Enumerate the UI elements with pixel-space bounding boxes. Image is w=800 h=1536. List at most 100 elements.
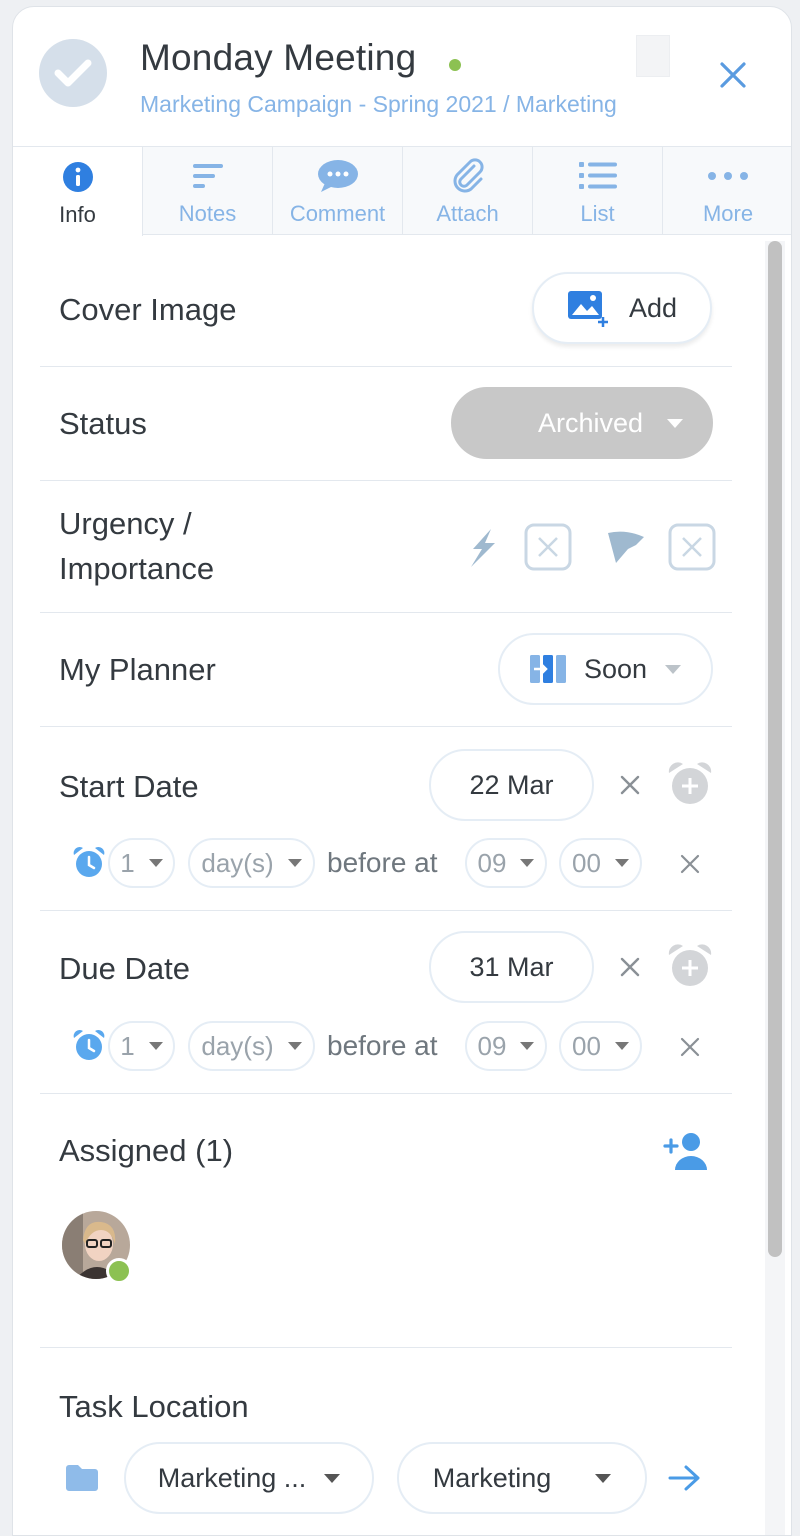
image-add-icon (567, 291, 608, 327)
chevron-down-icon (667, 418, 683, 428)
start-reminder-hour-select[interactable]: 09 (465, 838, 547, 888)
tab-label: More (702, 201, 754, 226)
tab-list[interactable]: List (533, 147, 663, 235)
task-title[interactable]: Monday Meeting (140, 37, 416, 79)
reminder-hour-value: 09 (477, 847, 507, 878)
task-detail-panel: Monday Meeting Marketing Campaign - Spri… (12, 6, 792, 1536)
tab-attach[interactable]: Attach (403, 147, 533, 235)
start-date-label: Start Date (59, 769, 199, 804)
urgency-label-line2: Importance (59, 551, 215, 586)
reminder-unit-value: day(s) (201, 847, 274, 878)
chevron-down-icon (665, 664, 682, 674)
project-value: Marketing ... (157, 1462, 307, 1493)
status-label: Status (59, 406, 147, 441)
close-icon[interactable] (713, 55, 753, 95)
start-date-picker[interactable]: 22 Mar (429, 749, 594, 821)
task-location-label: Task Location (59, 1389, 249, 1424)
add-button-label: Add (628, 292, 678, 323)
chevron-down-icon (614, 859, 629, 867)
breadcrumb[interactable]: Marketing Campaign - Spring 2021 / Marke… (140, 91, 617, 118)
chevron-down-icon (595, 1473, 612, 1483)
assigned-label: Assigned (1) (59, 1133, 234, 1168)
add-cover-image-button[interactable]: Add (532, 272, 712, 344)
complete-task-button[interactable] (39, 39, 107, 107)
due-reminder-unit-select[interactable]: day(s) (188, 1021, 315, 1071)
before-at-text: before at (327, 847, 438, 878)
list-icon (578, 157, 617, 195)
task-header: Monday Meeting Marketing Campaign - Spri… (13, 7, 791, 147)
tab-label: Attach (436, 201, 499, 226)
start-reminder-amount-select[interactable]: 1 (108, 838, 175, 888)
tab-notes[interactable]: Notes (143, 147, 273, 235)
more-icon (707, 157, 749, 195)
add-user-icon[interactable] (663, 1132, 709, 1170)
chevron-down-icon (287, 1042, 302, 1050)
status-dropdown[interactable]: Archived (451, 387, 713, 459)
status-row: Status Archived (40, 367, 732, 481)
tab-more[interactable]: More (663, 147, 791, 235)
remove-reminder-icon[interactable] (679, 1036, 701, 1058)
scrollbar-thumb[interactable] (768, 241, 782, 1257)
add-reminder-alarm-icon[interactable] (666, 761, 714, 807)
planner-dropdown[interactable]: Soon (498, 633, 713, 705)
reminder-amount-value: 1 (120, 847, 135, 878)
flag-icon[interactable] (606, 531, 646, 565)
due-date-value: 31 Mar (469, 951, 554, 982)
online-status-dot (106, 1258, 132, 1284)
tab-label: List (580, 201, 615, 226)
cover-image-label: Cover Image (59, 292, 237, 327)
list-select[interactable]: Marketing (397, 1442, 647, 1514)
task-location-row: Task Location Marketing ... Marketing (40, 1348, 732, 1535)
chevron-down-icon (520, 859, 535, 867)
tab-label: Info (59, 202, 96, 227)
reminder-amount-value: 1 (120, 1030, 135, 1061)
before-at-text: before at (327, 1030, 438, 1061)
clear-start-date-icon[interactable] (618, 773, 642, 797)
header-placeholder-box (636, 35, 670, 77)
project-select[interactable]: Marketing ... (124, 1442, 374, 1514)
assigned-row: Assigned (1) (40, 1094, 732, 1348)
start-reminder-unit-select[interactable]: day(s) (188, 838, 315, 888)
due-reminder-hour-select[interactable]: 09 (465, 1021, 547, 1071)
due-reminder-minute-select[interactable]: 00 (559, 1021, 642, 1071)
online-status-dot (449, 59, 461, 71)
planner-icon (529, 655, 566, 683)
tab-label: Notes (178, 201, 237, 226)
chevron-down-icon (148, 859, 163, 867)
add-reminder-alarm-icon[interactable] (666, 943, 714, 989)
checkmark-icon (54, 59, 92, 87)
due-reminder-amount-select[interactable]: 1 (108, 1021, 175, 1071)
alarm-clock-icon (73, 1029, 105, 1060)
tab-comment[interactable]: Comment (273, 147, 403, 235)
info-icon (62, 158, 94, 196)
my-planner-label: My Planner (59, 652, 216, 687)
due-date-label: Due Date (59, 951, 190, 986)
lightning-icon[interactable] (465, 529, 499, 567)
notes-icon (191, 157, 225, 195)
clear-due-date-icon[interactable] (618, 955, 642, 979)
remove-reminder-icon[interactable] (679, 853, 701, 875)
cover-image-row: Cover Image Add (40, 235, 732, 367)
folder-icon (66, 1465, 98, 1491)
chevron-down-icon (324, 1473, 341, 1483)
start-date-value: 22 Mar (469, 769, 554, 800)
tab-label: Comment (289, 201, 386, 226)
due-date-picker[interactable]: 31 Mar (429, 931, 594, 1003)
paperclip-icon (450, 157, 486, 195)
start-reminder-minute-select[interactable]: 00 (559, 838, 642, 888)
reminder-minute-value: 00 (572, 1030, 601, 1061)
chevron-down-icon (287, 859, 302, 867)
chevron-down-icon (148, 1042, 163, 1050)
tab-info[interactable]: Info (13, 147, 143, 236)
urgency-importance-row: Urgency / Importance (40, 481, 732, 613)
list-value: Marketing (432, 1462, 552, 1493)
my-planner-row: My Planner Soon (40, 613, 732, 727)
arrow-right-icon[interactable] (668, 1464, 702, 1492)
comment-icon (317, 157, 359, 195)
importance-checkbox[interactable] (668, 523, 716, 571)
planner-value: Soon (583, 653, 648, 684)
urgency-checkbox[interactable] (524, 523, 572, 571)
start-date-row: Start Date 22 Mar 1 day(s) before at 09 … (40, 727, 732, 911)
reminder-hour-value: 09 (477, 1030, 507, 1061)
chevron-down-icon (614, 1042, 629, 1050)
